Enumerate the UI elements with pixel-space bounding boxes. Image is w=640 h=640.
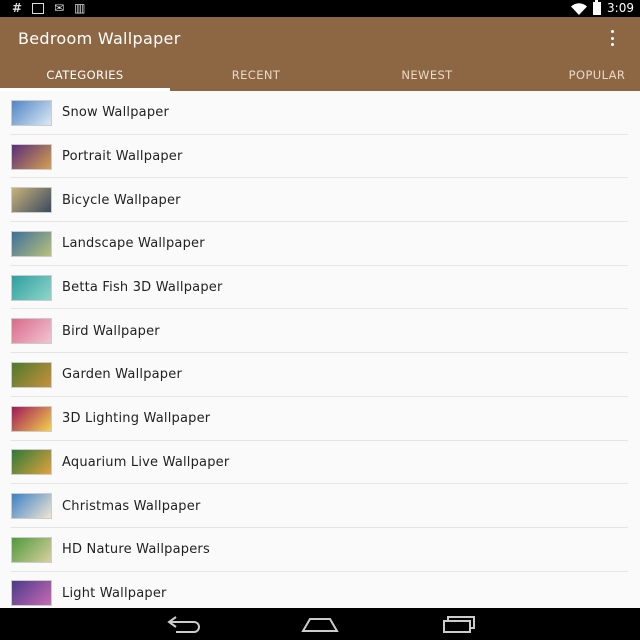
- category-thumbnail: [11, 274, 52, 301]
- category-row[interactable]: Landscape Wallpaper: [0, 222, 640, 266]
- recents-icon[interactable]: [436, 614, 476, 634]
- email-icon: ✉: [54, 1, 65, 15]
- category-label: Betta Fish 3D Wallpaper: [62, 280, 223, 296]
- clock: 3:09: [607, 1, 634, 15]
- category-thumbnail: [11, 143, 52, 170]
- wifi-icon: [571, 2, 588, 15]
- category-label: Light Wallpaper: [62, 585, 167, 601]
- category-label: Christmas Wallpaper: [62, 498, 201, 514]
- category-label: 3D Lighting Wallpaper: [62, 411, 211, 427]
- category-list[interactable]: Snow Wallpaper Portrait Wallpaper Bicycle …: [0, 91, 640, 608]
- barcode-icon: ▥: [74, 1, 86, 15]
- tab-recent[interactable]: RECENT: [170, 65, 342, 91]
- download-icon: [32, 3, 45, 14]
- notification-icons: # ✉ ▥: [12, 1, 85, 16]
- navigation-bar: [0, 608, 640, 640]
- category-row[interactable]: 3D Lighting Wallpaper: [0, 397, 640, 441]
- category-row[interactable]: Light Wallpaper: [0, 572, 640, 608]
- home-icon[interactable]: [300, 614, 340, 634]
- category-thumbnail: [11, 99, 52, 126]
- category-label: Garden Wallpaper: [62, 367, 183, 383]
- battery-icon: [593, 0, 602, 15]
- category-row[interactable]: Betta Fish 3D Wallpaper: [0, 266, 640, 310]
- category-thumbnail: [11, 230, 52, 257]
- category-thumbnail: [11, 405, 52, 432]
- category-thumbnail: [11, 536, 52, 563]
- category-thumbnail: [11, 449, 52, 476]
- tab-popular[interactable]: POPULAR: [512, 65, 640, 91]
- category-row[interactable]: Christmas Wallpaper: [0, 484, 640, 528]
- hash-icon: #: [12, 1, 23, 15]
- app-bar: Bedroom Wallpaper CATEGORIES RECENT NEWE…: [0, 17, 640, 91]
- system-icons: 3:09: [571, 0, 634, 16]
- category-row[interactable]: Bird Wallpaper: [0, 309, 640, 353]
- category-row[interactable]: Snow Wallpaper: [0, 91, 640, 135]
- more-vert-icon[interactable]: [606, 30, 618, 46]
- category-thumbnail: [11, 493, 52, 520]
- category-row[interactable]: Portrait Wallpaper: [0, 135, 640, 179]
- category-label: Landscape Wallpaper: [62, 236, 205, 252]
- category-label: Aquarium Live Wallpaper: [62, 454, 230, 470]
- category-row[interactable]: Garden Wallpaper: [0, 353, 640, 397]
- category-row[interactable]: HD Nature Wallpapers: [0, 528, 640, 572]
- category-thumbnail: [11, 318, 52, 345]
- category-thumbnail: [11, 580, 52, 607]
- status-bar: # ✉ ▥ 3:09: [0, 0, 640, 17]
- back-icon[interactable]: [164, 614, 204, 634]
- category-thumbnail: [11, 361, 52, 388]
- tab-newest[interactable]: NEWEST: [342, 65, 512, 91]
- category-label: Bird Wallpaper: [62, 323, 160, 339]
- app-title: Bedroom Wallpaper: [18, 29, 181, 48]
- category-thumbnail: [11, 187, 52, 214]
- category-row[interactable]: Bicycle Wallpaper: [0, 178, 640, 222]
- category-row[interactable]: Aquarium Live Wallpaper: [0, 441, 640, 485]
- category-label: Snow Wallpaper: [62, 105, 170, 121]
- category-label: Portrait Wallpaper: [62, 149, 183, 165]
- category-label: HD Nature Wallpapers: [62, 542, 210, 558]
- category-label: Bicycle Wallpaper: [62, 192, 181, 208]
